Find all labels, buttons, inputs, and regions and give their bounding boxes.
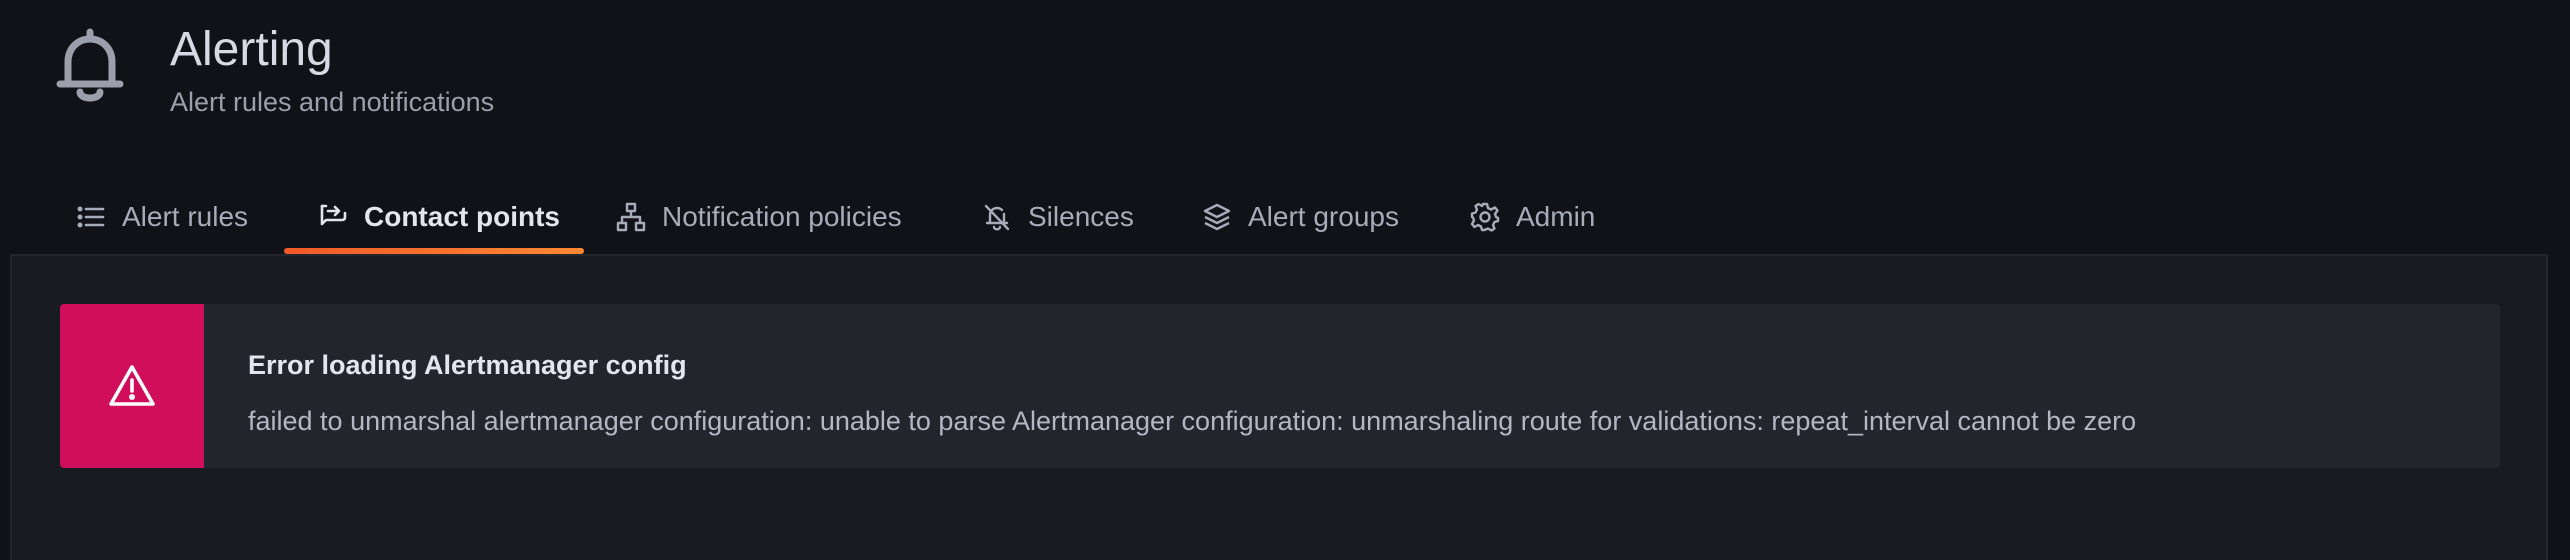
bell-slash-icon xyxy=(982,202,1012,232)
sitemap-icon xyxy=(616,202,646,232)
page-header: Alerting Alert rules and notifications xyxy=(0,0,2570,150)
tab-alert-groups[interactable]: Alert groups xyxy=(1202,180,1399,254)
tab-label: Alert rules xyxy=(122,201,249,232)
tab-silences[interactable]: Silences xyxy=(982,180,1134,254)
error-alert: Error loading Alertmanager config failed… xyxy=(60,304,2500,468)
page-title: Alerting xyxy=(170,23,333,76)
tab-bar: Alert rules Contact points Notification … xyxy=(0,180,2570,254)
cog-icon xyxy=(1470,202,1500,232)
tab-label: Alert groups xyxy=(1248,201,1399,232)
alert-title: Error loading Alertmanager config xyxy=(248,350,687,380)
bell-icon xyxy=(52,24,128,108)
tab-contact-points[interactable]: Contact points xyxy=(284,180,584,254)
page-subtitle: Alert rules and notifications xyxy=(170,87,495,117)
content-panel: Error loading Alertmanager config failed… xyxy=(10,254,2548,560)
exclamation-triangle-icon xyxy=(109,365,155,406)
alert-message: failed to unmarshal alertmanager configu… xyxy=(248,406,2137,436)
tab-label: Admin xyxy=(1516,201,1596,232)
tab-admin[interactable]: Admin xyxy=(1470,180,1595,254)
tab-alert-rules[interactable]: Alert rules xyxy=(76,180,248,254)
tab-label: Silences xyxy=(1028,201,1134,232)
tab-label: Notification policies xyxy=(662,201,902,232)
tab-notification-policies[interactable]: Notification policies xyxy=(616,180,902,254)
layer-group-icon xyxy=(1202,202,1232,232)
list-icon xyxy=(76,202,106,232)
tab-label: Contact points xyxy=(364,201,560,232)
comment-alt-share-icon xyxy=(318,202,348,232)
alert-icon-box xyxy=(60,304,204,468)
alerting-page: Alerting Alert rules and notifications A… xyxy=(0,0,2570,560)
